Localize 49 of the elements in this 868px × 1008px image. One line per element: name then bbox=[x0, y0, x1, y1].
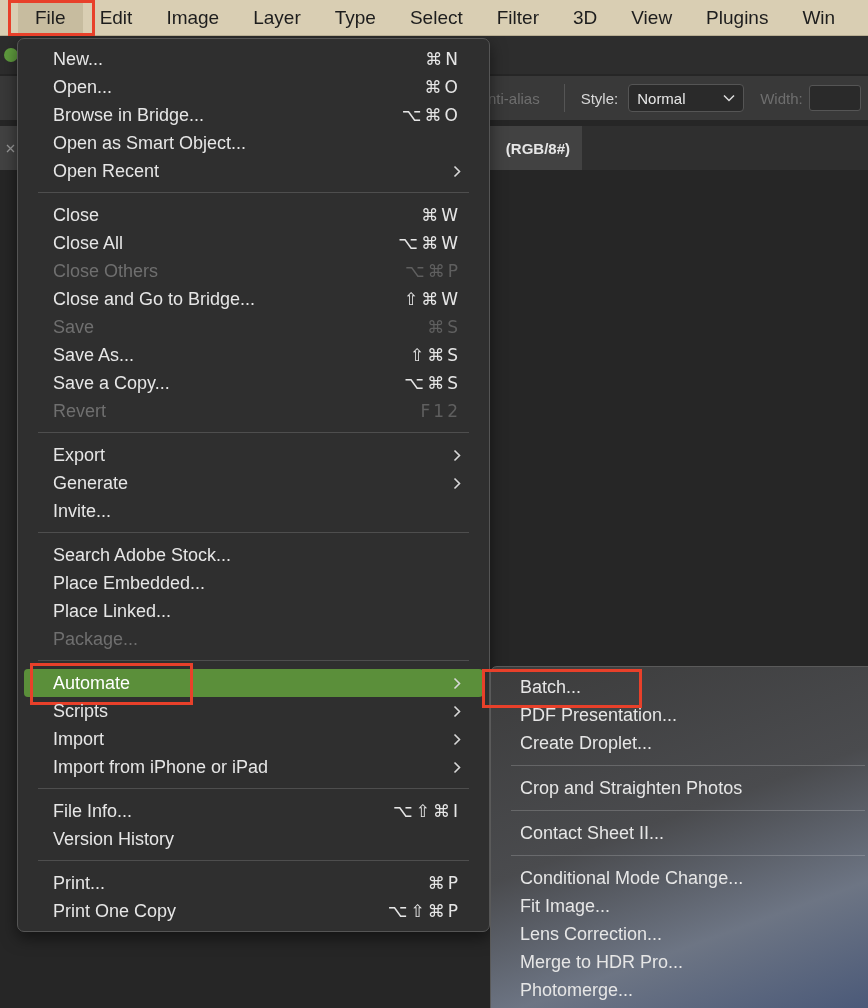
menu-item[interactable]: Open... ⌘O bbox=[18, 73, 489, 101]
menu-item[interactable]: PDF Presentation... bbox=[491, 701, 868, 729]
menu-item[interactable]: Export bbox=[18, 441, 489, 469]
menu-item[interactable]: Generate bbox=[18, 469, 489, 497]
menu-item[interactable]: Save As... ⇧⌘S bbox=[18, 341, 489, 369]
status-dot-icon bbox=[4, 48, 18, 62]
menu-item[interactable]: Place Linked... bbox=[18, 597, 489, 625]
menu-item[interactable]: Create Droplet... bbox=[491, 729, 868, 757]
menu-bar-item[interactable]: Plugins bbox=[689, 0, 786, 35]
menu-item[interactable]: Invite... bbox=[18, 497, 489, 525]
menu-item[interactable]: Merge to HDR Pro... bbox=[491, 948, 868, 976]
menu-item[interactable]: Crop and Straighten Photos bbox=[491, 774, 868, 802]
menu-bar-item[interactable]: Edit bbox=[82, 0, 150, 35]
chevron-down-icon bbox=[723, 94, 736, 102]
menu-item[interactable]: Scripts bbox=[18, 697, 489, 725]
menu-item[interactable]: Close and Go to Bridge... ⇧⌘W bbox=[18, 285, 489, 313]
menu-bar-item[interactable]: View bbox=[614, 0, 690, 35]
menu-bar-item[interactable]: Type bbox=[317, 0, 393, 35]
menu-bar-item[interactable]: 3D bbox=[555, 0, 615, 35]
close-icon[interactable] bbox=[6, 143, 15, 153]
menu-item[interactable]: Batch... bbox=[491, 673, 868, 701]
menu-item[interactable]: Import from iPhone or iPad bbox=[18, 753, 489, 781]
menu-item[interactable]: Fit Image... bbox=[491, 892, 868, 920]
menu-item[interactable]: Print... ⌘P bbox=[18, 869, 489, 897]
menu-item[interactable]: Close All ⌥⌘W bbox=[18, 229, 489, 257]
menu-bar-item[interactable]: Select bbox=[392, 0, 480, 35]
menu-item[interactable]: Photomerge... bbox=[491, 976, 868, 1004]
menu-item[interactable]: Contact Sheet II... bbox=[491, 819, 868, 847]
style-dropdown[interactable]: Normal bbox=[628, 84, 745, 112]
menu-item[interactable]: Open Recent bbox=[18, 157, 489, 185]
menu-item[interactable]: Save a Copy... ⌥⌘S bbox=[18, 369, 489, 397]
width-field[interactable] bbox=[808, 85, 861, 111]
menu-item[interactable]: Lens Correction... bbox=[491, 920, 868, 948]
menu-bar-item[interactable]: Win bbox=[785, 0, 853, 35]
menu-item[interactable]: Import bbox=[18, 725, 489, 753]
menu-item[interactable]: Search Adobe Stock... bbox=[18, 541, 489, 569]
menu-item[interactable]: Close ⌘W bbox=[18, 201, 489, 229]
menu-item[interactable]: Version History bbox=[18, 825, 489, 853]
option-label: Style: bbox=[580, 89, 619, 107]
menu-item[interactable]: Automate bbox=[24, 669, 483, 697]
menu-bar-item[interactable]: Image bbox=[149, 0, 237, 35]
menu-item[interactable]: Browse in Bridge... ⌥⌘O bbox=[18, 101, 489, 129]
menu-item[interactable]: Conditional Mode Change... bbox=[491, 864, 868, 892]
menu-item[interactable]: Print One Copy ⌥⇧⌘P bbox=[18, 897, 489, 925]
menu-item[interactable]: Place Embedded... bbox=[18, 569, 489, 597]
menu-bar-item[interactable]: Filter bbox=[479, 0, 556, 35]
menu-item[interactable]: Open as Smart Object... bbox=[18, 129, 489, 157]
menu-bar-item[interactable]: Layer bbox=[236, 0, 318, 35]
menu-item[interactable]: File Info... ⌥⇧⌘I bbox=[18, 797, 489, 825]
